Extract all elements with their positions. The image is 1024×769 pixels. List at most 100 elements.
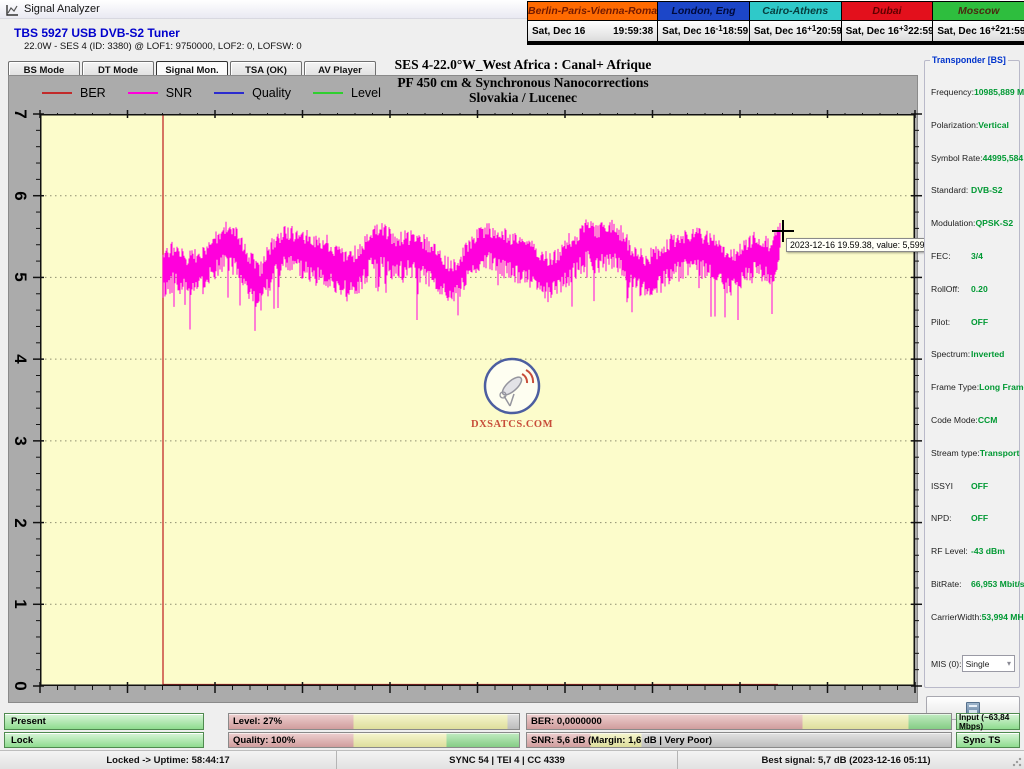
clock-city-label: Moscow	[933, 2, 1024, 20]
clock-column: MoscowSat, Dec 16+221:59	[933, 2, 1024, 44]
transponder-field: RF Level:-43 dBm	[931, 546, 1015, 556]
status-sync-counters: SYNC 54 | TEI 4 | CC 4339	[337, 751, 678, 769]
snr-gauge: SNR: 5,6 dB (Margin: 1,6 dB | Very Poor)	[526, 732, 952, 748]
field-label: Spectrum:	[931, 349, 970, 359]
status-best-signal: Best signal: 5,7 dB (2023-12-16 05:11)	[678, 751, 1014, 769]
tuner-name: TBS 5927 USB DVB-S2 Tuner	[14, 26, 180, 40]
y-tick-label: 3	[10, 431, 30, 451]
chart-title-line1: SES 4-22.0°W_West Africa : Canal+ Afriqu…	[223, 57, 823, 73]
sync-ts-indicator: Sync TS	[956, 732, 1020, 748]
field-label: Symbol Rate:	[931, 153, 983, 163]
field-label: RollOff:	[931, 284, 960, 294]
field-label: Polarization:	[931, 120, 978, 130]
gauge-row-2: Lock Quality: 100% SNR: 5,6 dB (Margin: …	[0, 732, 1024, 748]
legend-item-quality: Quality	[214, 86, 291, 100]
transponder-field: FEC: 3/4	[931, 251, 1015, 261]
legend-item-snr: SNR	[128, 86, 192, 100]
clock-column: Berlin-Paris-Vienna-RomaSat, Dec 1619:59…	[528, 2, 657, 44]
field-value: Inverted	[971, 349, 1015, 359]
field-value: 3/4	[971, 251, 1015, 261]
field-value: Transport	[980, 448, 1020, 458]
field-label: Code Mode:	[931, 415, 978, 425]
level-gauge: Level: 27%	[228, 713, 520, 730]
chart-legend: BER SNR Quality Level	[42, 86, 403, 100]
quality-gauge: Quality: 100%	[228, 732, 520, 748]
field-value: 53,994 MHz	[982, 612, 1024, 622]
transponder-field: Standard:DVB-S2	[931, 185, 1015, 195]
transponder-field: Code Mode:CCM	[931, 415, 1015, 425]
field-value: QPSK-S2	[975, 218, 1015, 228]
input-indicator: Input (~63,84 Mbps)	[956, 713, 1020, 730]
transponder-field: RollOff: 0.20	[931, 284, 1015, 294]
transponder-field: Polarization:Vertical	[931, 120, 1015, 130]
level-line-swatch	[313, 92, 343, 94]
clock-city-label: Berlin-Paris-Vienna-Roma	[528, 2, 657, 20]
status-bar: Locked -> Uptime: 58:44:17 SYNC 54 | TEI…	[0, 750, 1024, 769]
legend-item-level: Level	[313, 86, 381, 100]
transponder-field: Frequency:10985,889 MHz	[931, 87, 1015, 97]
clock-city-label: Cairo-Athens	[750, 2, 841, 20]
mis-row: MIS (0): Single ▾	[931, 655, 1015, 672]
clock-time: Sat, Dec 16+221:59	[933, 21, 1024, 41]
y-tick-label: 5	[10, 267, 30, 287]
chevron-down-icon: ▾	[1007, 659, 1011, 668]
clock-time: Sat, Dec 1619:59:38	[528, 21, 657, 41]
quality-line-swatch	[214, 92, 244, 94]
tuner-details: 22.0W - SES 4 (ID: 3380) @ LOF1: 9750000…	[24, 41, 302, 52]
field-value: 66,953 Mbit/s	[971, 579, 1015, 589]
transponder-groupbox: Transponder [BS] Frequency:10985,889 MHz…	[924, 60, 1020, 688]
ber-gauge: BER: 0,0000000	[526, 713, 952, 730]
clock-city-label: London, Eng	[658, 2, 749, 20]
field-label: Frame Type:	[931, 382, 979, 392]
clock-time: Sat, Dec 16+322:59	[842, 21, 933, 41]
crosshair-cursor-h	[772, 230, 794, 232]
field-value: Vertical	[978, 120, 1015, 130]
field-label: Standard:	[931, 185, 968, 195]
clock-time: Sat, Dec 16-118:59:38	[658, 21, 749, 41]
field-label: NPD:	[931, 513, 952, 523]
status-uptime: Locked -> Uptime: 58:44:17	[0, 751, 337, 769]
clock-time: Sat, Dec 16+120:59	[750, 21, 841, 41]
field-value: 44995,584 KS/s	[983, 153, 1024, 163]
field-label: FEC:	[931, 251, 951, 261]
signal-plot[interactable]: DXSATCS.COM	[40, 114, 915, 686]
present-indicator: Present	[4, 713, 204, 730]
lock-indicator: Lock	[4, 732, 204, 748]
transponder-field: BitRate: 66,953 Mbit/s	[931, 579, 1015, 589]
transponder-field: Frame Type:Long Frame	[931, 382, 1015, 392]
clock-column: Cairo-AthensSat, Dec 16+120:59	[750, 2, 841, 44]
mis-label: MIS (0):	[931, 659, 962, 669]
field-value: CCM	[978, 415, 1015, 425]
y-tick-label: 1	[10, 594, 30, 614]
transponder-field: CarrierWidth:53,994 MHz	[931, 612, 1015, 622]
transponder-field: Spectrum:Inverted	[931, 349, 1015, 359]
transponder-group-label: Transponder [BS]	[930, 55, 1008, 65]
field-value: 0.20	[971, 284, 1015, 294]
field-label: BitRate:	[931, 579, 962, 589]
field-label: Frequency:	[931, 87, 974, 97]
y-tick-label: 2	[10, 513, 30, 533]
mis-select[interactable]: Single ▾	[962, 655, 1015, 672]
field-value: DVB-S2	[971, 185, 1015, 195]
field-value: OFF	[971, 317, 1015, 327]
y-tick-label: 0	[10, 676, 30, 696]
field-label: CarrierWidth:	[931, 612, 982, 622]
clock-city-label: Dubai	[842, 2, 933, 20]
resize-grip[interactable]	[1012, 757, 1022, 767]
transponder-field: NPD: OFF	[931, 513, 1015, 523]
field-value: -43 dBm	[971, 546, 1015, 556]
app-icon	[6, 3, 19, 15]
world-clocks: Berlin-Paris-Vienna-RomaSat, Dec 1619:59…	[527, 1, 1024, 45]
field-label: Pilot:	[931, 317, 950, 327]
y-tick-label: 7	[10, 104, 30, 124]
field-value: OFF	[971, 481, 1015, 491]
field-label: Modulation:	[931, 218, 975, 228]
gauge-row-1: Present Level: 27% BER: 0,0000000 Input …	[0, 713, 1024, 730]
clock-column: London, EngSat, Dec 16-118:59:38	[658, 2, 749, 44]
field-value: 10985,889 MHz	[974, 87, 1018, 97]
transponder-field: Symbol Rate:44995,584 KS/s	[931, 153, 1015, 163]
field-value: OFF	[971, 513, 1015, 523]
window-title: Signal Analyzer	[24, 3, 100, 15]
svg-text:DXSATCS.COM: DXSATCS.COM	[471, 419, 553, 430]
field-label: ISSYI	[931, 481, 953, 491]
